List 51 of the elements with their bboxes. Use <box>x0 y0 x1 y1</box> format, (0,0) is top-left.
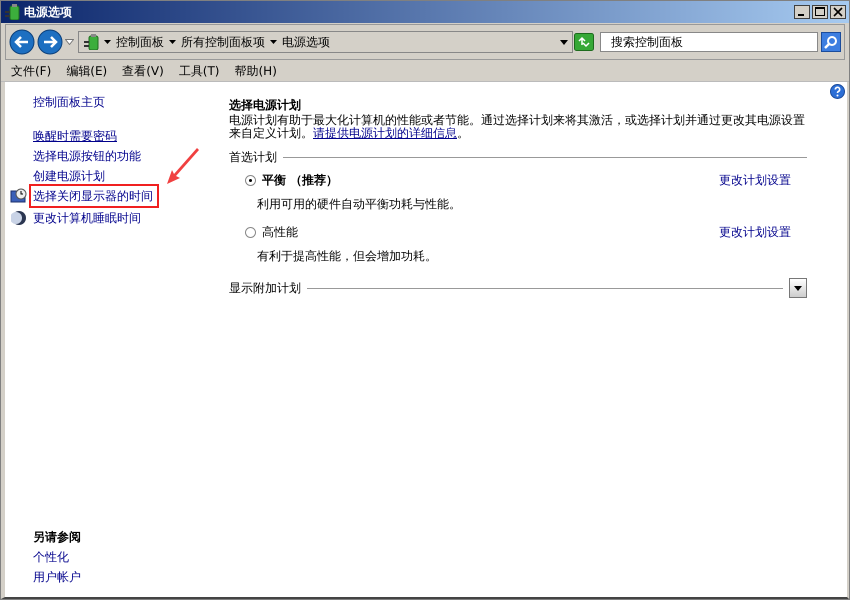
address-bar[interactable]: 控制面板 所有控制面板项 电源选项 <box>78 31 573 53</box>
plan-description: 有利于提高性能，但会增加功耗。 <box>256 248 438 265</box>
change-settings-link[interactable]: 更改计划设置 <box>719 172 791 188</box>
refresh-icon <box>574 33 594 51</box>
close-icon <box>830 5 846 19</box>
menu-item[interactable]: 工具(T) <box>178 62 220 80</box>
menu-item[interactable]: 帮助(H) <box>234 62 277 80</box>
forward-icon <box>37 29 63 55</box>
window-title: 电源选项 <box>24 4 73 20</box>
breadcrumb[interactable]: 所有控制面板项 <box>181 34 265 50</box>
power-plug-icon <box>83 34 99 50</box>
group-label: 显示附加计划 <box>229 280 301 296</box>
moon-icon <box>11 210 27 226</box>
search-field[interactable]: 搜索控制面板 <box>600 32 818 52</box>
breadcrumb[interactable]: 电源选项 <box>282 34 330 50</box>
description-text: 电源计划有助于最大化计算机的性能或者节能。通过选择计划来将其激活，或选择计划并通过更改其电源设置来自定义计划。请提供电源计划的详细信息。 <box>229 114 806 140</box>
maximize-icon <box>812 5 828 19</box>
sidebar-link[interactable]: 控制面板主页 <box>5 92 221 112</box>
expand-icon <box>794 286 802 290</box>
caret-icon <box>169 40 176 44</box>
details-link[interactable]: 请提供电源计划的详细信息 <box>313 126 457 140</box>
search-icon <box>824 35 838 49</box>
sidebar-link[interactable]: 个性化 <box>33 547 221 567</box>
caret-icon <box>270 40 277 44</box>
plan-description: 利用可用的硬件自动平衡功耗与性能。 <box>256 196 462 213</box>
change-settings-link[interactable]: 更改计划设置 <box>719 224 791 240</box>
expand-button[interactable] <box>789 278 807 298</box>
menu-item[interactable]: 编辑(E) <box>66 62 108 80</box>
caret-icon <box>560 40 568 44</box>
arrow-annotation <box>165 146 199 186</box>
plan-radio[interactable]: 平衡 （推荐） <box>245 172 338 188</box>
page-heading: 选择电源计划 <box>229 97 302 114</box>
sidebar-link[interactable]: 用户帐户 <box>33 567 221 587</box>
section-heading: 另请参阅 <box>33 529 82 546</box>
dropdown-icon <box>65 39 74 45</box>
plan-radio[interactable]: 高性能 <box>245 224 298 240</box>
sidebar-link[interactable]: 唤醒时需要密码 <box>33 126 117 146</box>
sidebar-link[interactable]: 选择关闭显示器的时间 <box>31 186 157 206</box>
sidebar-link[interactable]: 选择电源按钮的功能 <box>33 146 141 166</box>
breadcrumb[interactable]: 控制面板 <box>116 34 164 50</box>
sidebar-link[interactable]: 更改计算机睡眠时间 <box>33 208 141 228</box>
sidebar-link[interactable]: 创建电源计划 <box>33 166 105 186</box>
minimize-icon <box>794 5 810 19</box>
menu-item[interactable]: 文件(F) <box>11 62 52 80</box>
back-icon <box>9 29 35 55</box>
caret-icon <box>104 40 111 44</box>
group-label: 首选计划 <box>229 148 277 166</box>
search-button[interactable] <box>821 32 841 52</box>
menu-item[interactable]: 查看(V) <box>122 62 164 80</box>
clock-monitor-icon <box>10 188 28 204</box>
power-plug-icon <box>4 4 20 20</box>
